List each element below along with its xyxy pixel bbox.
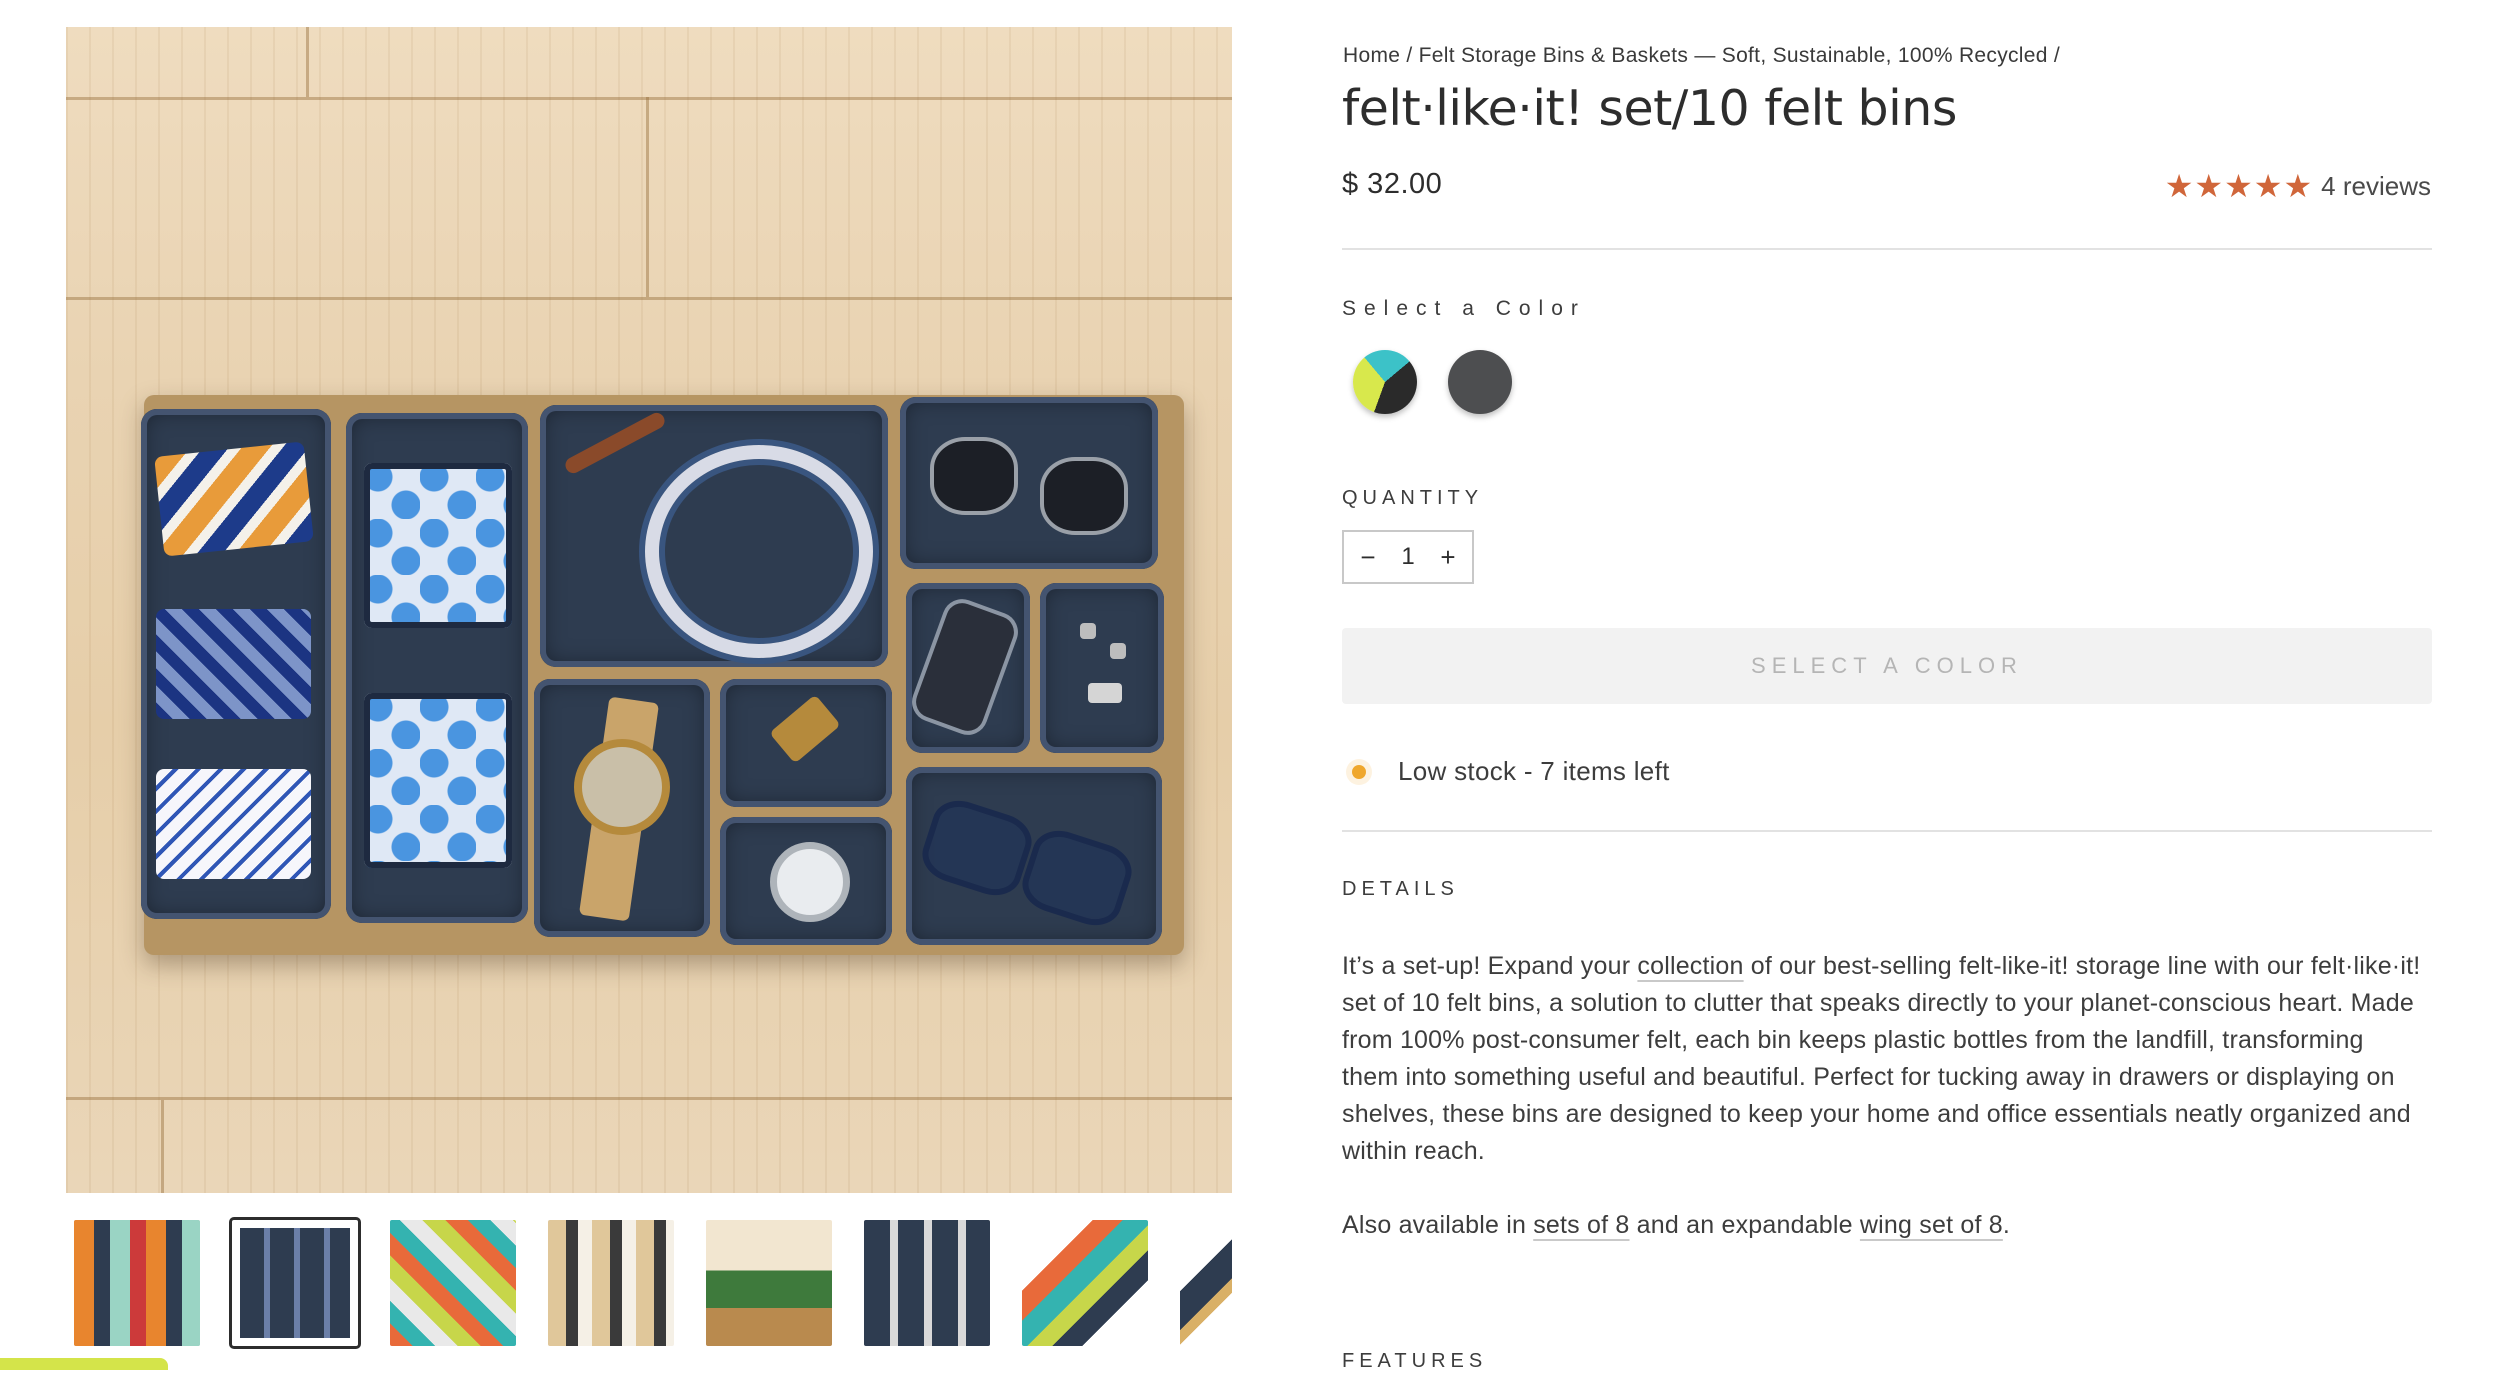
chat-widget-tab[interactable] — [0, 1358, 168, 1370]
color-swatch-multicolor[interactable] — [1353, 350, 1417, 414]
socks-geometric — [364, 693, 512, 868]
cufflink — [1088, 683, 1122, 703]
shaving-brush — [769, 694, 841, 764]
breadcrumb-separator: / — [2053, 44, 2060, 67]
socks-geometric — [364, 463, 512, 628]
low-stock-dot-icon — [1352, 764, 1366, 779]
quantity-stepper: − + — [1342, 530, 1474, 584]
details-paragraph-2: Also available in sets of 8 and an expan… — [1342, 1207, 2422, 1244]
tie-white-stripe — [156, 769, 311, 879]
reviews-link[interactable]: 4 reviews — [2321, 171, 2431, 202]
thumbnail-image — [390, 1220, 516, 1346]
quantity-increase-button[interactable]: + — [1434, 542, 1462, 573]
divider — [1342, 830, 2432, 832]
tie-blue-plaid — [156, 609, 311, 719]
wooden-watch — [574, 739, 670, 835]
thumbnail-image — [548, 1220, 674, 1346]
thumbnail-image — [74, 1220, 200, 1346]
collection-link[interactable]: collection — [1637, 952, 1743, 980]
felt-bin-eyeglasses — [906, 767, 1162, 945]
star-rating-icon: ★★★★★ — [2164, 168, 2314, 204]
details-text: It’s a set-up! Expand your — [1342, 952, 1638, 980]
thumbnail-image — [240, 1228, 350, 1338]
silver-watch — [770, 842, 850, 922]
details-text: Also available in — [1342, 1211, 1534, 1239]
thumbnail-3[interactable] — [390, 1220, 516, 1346]
felt-bin-tall-left — [141, 409, 331, 919]
breadcrumb: Home / Felt Storage Bins & Baskets — Sof… — [1343, 44, 2060, 68]
floor-seam — [66, 1097, 1232, 1100]
product-price: $ 32.00 — [1342, 168, 1443, 200]
thumbnail-8-partial[interactable] — [1180, 1220, 1232, 1346]
stock-status: Low stock - 7 items left — [1352, 756, 1670, 787]
main-product-image[interactable] — [66, 27, 1232, 1193]
floor-seam — [306, 27, 309, 97]
thumbnail-7[interactable] — [1022, 1220, 1148, 1346]
felt-bin-silver-watch — [720, 817, 892, 945]
thumbnail-image — [864, 1220, 990, 1346]
thumbnail-image — [706, 1220, 832, 1346]
sunglasses-lens-right — [1040, 457, 1128, 535]
details-text: of our best-selling felt-like-it! storag… — [1342, 952, 2421, 1165]
felt-bin-knife — [906, 583, 1030, 753]
eyeglasses-lens-left — [915, 793, 1039, 903]
color-swatch-charcoal[interactable] — [1448, 350, 1512, 414]
belt-leather-tab — [562, 410, 668, 476]
thumbnail-6[interactable] — [864, 1220, 990, 1346]
sunglasses-lens-left — [930, 437, 1018, 515]
breadcrumb-separator: / — [1406, 44, 1413, 67]
cufflink — [1110, 643, 1126, 659]
details-body: It’s a set-up! Expand your collection of… — [1342, 948, 2422, 1281]
select-a-color-button[interactable]: SELECT A COLOR — [1342, 628, 2432, 704]
details-heading[interactable]: DETAILS — [1342, 878, 1459, 901]
thumbnail-2-active[interactable] — [229, 1217, 361, 1349]
quantity-label: QUANTITY — [1342, 487, 1484, 509]
rating-summary[interactable]: ★★★★★ 4 reviews — [2165, 170, 2431, 202]
floor-seam — [66, 97, 1232, 100]
felt-bin-tall-second — [346, 413, 528, 923]
quantity-decrease-button[interactable]: − — [1354, 542, 1382, 573]
stock-status-text: Low stock - 7 items left — [1398, 756, 1670, 786]
quantity-input[interactable] — [1386, 542, 1430, 572]
wing-set-of-8-link[interactable]: wing set of 8 — [1860, 1211, 2003, 1239]
breadcrumb-category-link[interactable]: Felt Storage Bins & Baskets — Soft, Sust… — [1419, 44, 2048, 67]
thumbnail-4[interactable] — [548, 1220, 674, 1346]
thumbnail-image — [1180, 1220, 1232, 1346]
felt-bin-watch — [534, 679, 710, 937]
thumbnail-5[interactable] — [706, 1220, 832, 1346]
eyeglasses-lens-right — [1015, 823, 1139, 933]
tie-orange-stripe — [154, 441, 314, 557]
felt-bin-belt — [540, 405, 888, 667]
thumbnail-1[interactable] — [74, 1220, 200, 1346]
floor-seam — [161, 1100, 164, 1193]
details-paragraph-1: It’s a set-up! Expand your collection of… — [1342, 948, 2422, 1170]
divider — [1342, 248, 2432, 250]
details-text: and an expandable — [1629, 1211, 1860, 1239]
floor-seam — [66, 297, 1232, 300]
product-title: felt·like·it! set/10 felt bins — [1342, 80, 1957, 137]
felt-bin-cufflinks — [1040, 583, 1164, 753]
floor-seam — [646, 97, 649, 297]
cufflink — [1080, 623, 1096, 639]
felt-bin-sunglasses — [900, 397, 1158, 569]
thumbnail-image — [1022, 1220, 1148, 1346]
details-text: . — [2002, 1211, 2011, 1239]
color-select-label: Select a Color — [1342, 297, 1586, 320]
belt-coiled — [645, 445, 873, 658]
pocket-knife — [906, 593, 1024, 741]
breadcrumb-home-link[interactable]: Home — [1343, 44, 1400, 67]
sets-of-8-link[interactable]: sets of 8 — [1533, 1211, 1629, 1239]
felt-bin-brush — [720, 679, 892, 807]
